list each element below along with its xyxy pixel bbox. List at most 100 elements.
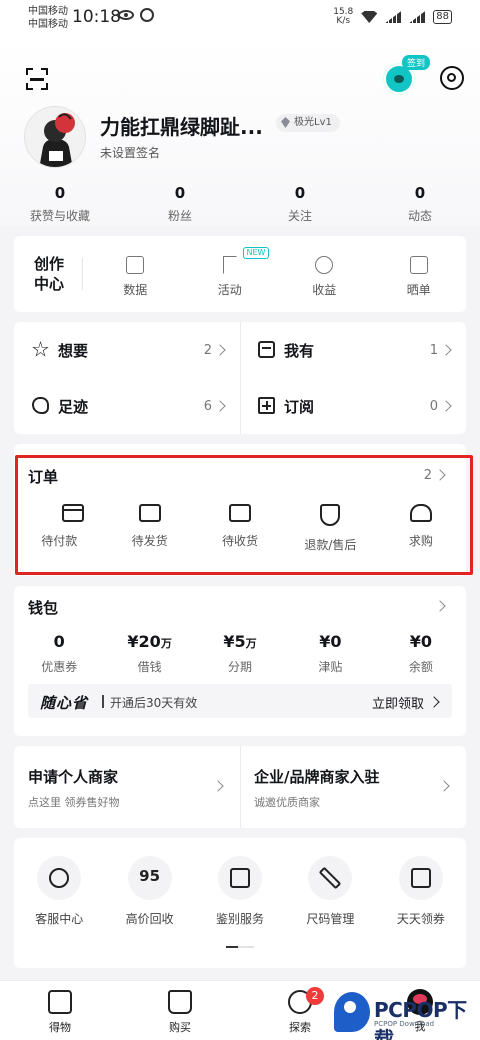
wallet-title[interactable]: 钱包 <box>28 597 58 618</box>
divider <box>82 258 83 290</box>
order-wanted[interactable]: 求购 <box>376 504 466 553</box>
promo-brand: 随心省 <box>40 694 89 712</box>
have-entry[interactable]: 我有 1 <box>240 322 466 378</box>
status-time: 10:18 <box>72 7 121 27</box>
services-card: 客服中心 95 高价回收 鉴别服务 尺码管理 天天领券 <box>14 838 466 968</box>
promo-claim-button[interactable]: 立即领取 <box>372 693 424 712</box>
alarm-icon <box>140 8 154 22</box>
signature[interactable]: 未设置签名 <box>100 144 160 161</box>
box-icon <box>258 341 275 358</box>
plus-square-icon <box>258 397 275 414</box>
order-pending-payment[interactable]: 待付款 <box>14 504 104 553</box>
star-icon <box>32 341 49 357</box>
tab-buy[interactable]: 购买 <box>120 981 240 1040</box>
headset-icon <box>49 868 70 888</box>
chevron-right-icon[interactable] <box>434 469 446 481</box>
stat-likes[interactable]: 0 获赞与收藏 <box>0 184 120 224</box>
footprint-icon <box>32 397 49 414</box>
profile-header: 签到 力能扛鼎绿脚趾... 极光Lv1 未设置签名 0 获赞与收藏 0 粉丝 0 关注… <box>0 36 480 226</box>
status-bar: 中国移动 中国移动 10:18 15.8 K/s 88 <box>0 0 480 36</box>
creator-center-card: 创作中心 数据 活动 NEW 收益 晒单 <box>14 236 466 312</box>
profile-stats: 0 获赞与收藏 0 粉丝 0 关注 0 动态 <box>0 184 480 224</box>
wifi-icon <box>361 11 378 23</box>
wallet-allowance[interactable]: ¥0 津贴 <box>285 632 375 675</box>
personal-merchant-entry[interactable]: 申请个人商家 点这里 领券售好物 <box>14 746 240 828</box>
creator-item-showcase[interactable]: 晒单 <box>372 236 467 312</box>
order-pending-receipt[interactable]: 待收货 <box>195 504 285 553</box>
creator-center-title[interactable]: 创作中心 <box>32 254 66 294</box>
tab-dewu[interactable]: 得物 <box>0 981 120 1040</box>
stat-following[interactable]: 0 关注 <box>240 184 360 224</box>
want-entry[interactable]: 想要 2 <box>14 322 240 378</box>
new-tag: NEW <box>242 247 270 259</box>
truck-icon <box>229 504 252 522</box>
wallet-coupons[interactable]: 0 优惠券 <box>14 632 104 675</box>
ruler-icon <box>319 866 342 890</box>
signal-icon <box>385 11 402 23</box>
service-daily-coupons[interactable]: 天天领券 <box>376 856 466 927</box>
stat-fans[interactable]: 0 粉丝 <box>120 184 240 224</box>
signin-badge[interactable]: 签到 <box>402 55 431 70</box>
scan-icon[interactable] <box>26 68 48 90</box>
chevron-right-icon <box>440 344 452 356</box>
service-size-management[interactable]: 尺码管理 <box>285 856 375 927</box>
collections-card: 想要 2 我有 1 足迹 6 订阅 0 <box>14 322 466 434</box>
wallet-balance[interactable]: ¥0 余额 <box>376 632 466 675</box>
eye-icon <box>118 10 134 20</box>
chevron-right-icon <box>440 400 452 412</box>
heart-plus-icon <box>409 504 432 522</box>
promo-text: 开通后30天有效 <box>101 695 198 710</box>
chevron-right-icon <box>428 696 440 708</box>
explore-badge: 2 <box>306 987 324 1005</box>
chevron-right-icon <box>438 780 450 792</box>
creator-item-data[interactable]: 数据 <box>88 236 183 312</box>
wallet-installment[interactable]: ¥5万 分期 <box>195 632 285 675</box>
stat-posts[interactable]: 0 动态 <box>360 184 480 224</box>
carrier-1: 中国移动 <box>28 6 68 17</box>
service-recycle[interactable]: 95 高价回收 <box>104 856 194 927</box>
carrier-2: 中国移动 <box>28 19 68 30</box>
subscribe-entry[interactable]: 订阅 0 <box>240 378 466 434</box>
package-icon <box>138 504 161 522</box>
edit-icon <box>409 256 428 274</box>
brand-merchant-entry[interactable]: 企业/品牌商家入驻 诚邀优质商家 <box>240 746 466 828</box>
shopping-bag-icon <box>168 990 192 1014</box>
chart-icon <box>126 256 145 274</box>
creator-item-activity[interactable]: 活动 NEW <box>183 236 278 312</box>
signal-icon-2 <box>409 11 426 23</box>
level-badge[interactable]: 极光Lv1 <box>276 114 340 132</box>
orders-title[interactable]: 订单 <box>28 466 58 487</box>
dewu-icon <box>48 990 72 1014</box>
divider <box>240 322 241 434</box>
stamp-icon <box>230 868 251 888</box>
chevron-right-icon[interactable] <box>434 600 446 612</box>
wallet-loan[interactable]: ¥20万 借钱 <box>104 632 194 675</box>
username[interactable]: 力能扛鼎绿脚趾... <box>100 111 263 140</box>
avatar[interactable] <box>24 106 86 168</box>
recycle-95-icon: 95 <box>139 867 161 885</box>
merchant-card: 申请个人商家 点这里 领券售好物 企业/品牌商家入驻 诚邀优质商家 <box>14 746 466 828</box>
chevron-right-icon <box>212 780 224 792</box>
service-customer-center[interactable]: 客服中心 <box>14 856 104 927</box>
page-indicator <box>226 946 254 948</box>
service-authentication[interactable]: 鉴别服务 <box>195 856 285 927</box>
card-icon <box>62 504 85 522</box>
order-refund[interactable]: 退款/售后 <box>285 504 375 553</box>
yuan-icon <box>315 256 334 274</box>
battery-indicator: 88 <box>433 10 452 24</box>
wallet-card: 钱包 0 优惠券 ¥20万 借钱 ¥5万 分期 ¥0 津贴 ¥0 余额 随心省 … <box>14 586 466 736</box>
pcpop-logo-icon <box>334 992 370 1032</box>
coupon-icon <box>410 868 431 888</box>
chevron-right-icon <box>214 344 226 356</box>
watermark: PCPOP下载 PCPOP Download <box>330 992 480 1040</box>
orders-count[interactable]: 2 <box>424 468 432 483</box>
orders-card: 订单 2 待付款 待发货 待收货 退款/售后 求购 <box>14 444 466 576</box>
flag-icon <box>222 256 237 274</box>
creator-item-earnings[interactable]: 收益 <box>277 236 372 312</box>
footprint-entry[interactable]: 足迹 6 <box>14 378 240 434</box>
gear-icon[interactable] <box>440 66 464 90</box>
order-pending-shipment[interactable]: 待发货 <box>104 504 194 553</box>
chevron-right-icon <box>214 400 226 412</box>
net-speed: 15.8 K/s <box>333 7 354 26</box>
promo-banner[interactable]: 随心省 开通后30天有效 立即领取 <box>28 684 452 718</box>
